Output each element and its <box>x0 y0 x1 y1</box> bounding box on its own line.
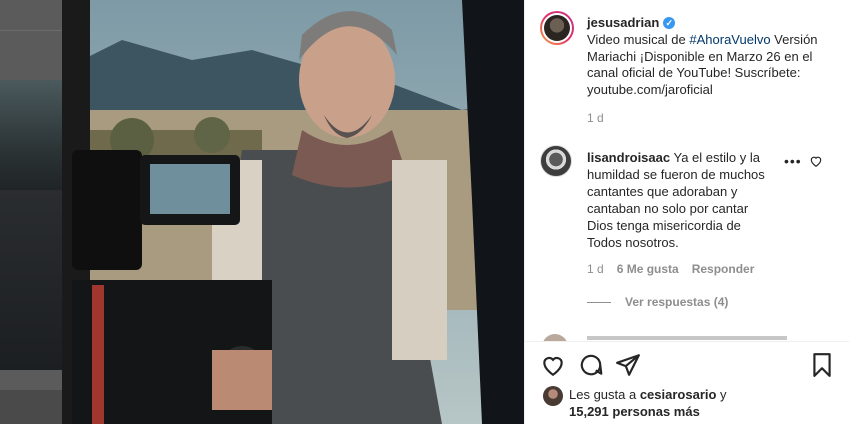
background-thumbnail <box>0 390 62 424</box>
likes-summary: Les gusta a cesiarosario y 15,291 person… <box>543 386 727 420</box>
heart-outline-icon[interactable] <box>809 154 823 168</box>
comment-icon[interactable] <box>578 352 604 378</box>
verified-badge-icon: ✓ <box>663 16 676 29</box>
comment-body: lisandroisaac Ya el estilo y la humildad… <box>587 149 772 251</box>
caption-text-start: Video musical de <box>587 32 690 47</box>
view-replies-label: Ver respuestas (4) <box>625 295 729 309</box>
hashtag-link[interactable]: #AhoraVuelvo <box>689 32 770 47</box>
post-header: jesusadrian ✓ Video musical de #AhoraVue… <box>525 0 849 125</box>
bookmark-icon[interactable] <box>809 352 835 378</box>
view-replies-button[interactable]: Ver respuestas (4) <box>587 295 728 309</box>
background-divider <box>0 30 62 31</box>
background-thumbnail <box>0 190 62 370</box>
heart-icon[interactable] <box>540 352 566 378</box>
more-options-icon[interactable]: ••• <box>784 153 802 169</box>
comment-timestamp[interactable]: 1 d <box>587 262 604 276</box>
background-thumbnail <box>0 80 62 195</box>
likes-text: Les gusta a cesiarosario y 15,291 person… <box>569 386 727 420</box>
post-details-panel: jesusadrian ✓ Video musical de #AhoraVue… <box>524 0 849 424</box>
likes-connector: y <box>716 387 727 402</box>
comment-text: Ya el estilo y la humildad se fueron de … <box>587 150 765 250</box>
owner-avatar[interactable] <box>540 11 574 45</box>
replies-divider <box>587 301 611 303</box>
comment-likes-count[interactable]: 6 Me gusta <box>617 262 679 276</box>
paper-plane-icon[interactable] <box>615 352 641 378</box>
post-actions: Les gusta a cesiarosario y 15,291 person… <box>525 341 849 424</box>
avatar-image <box>544 15 570 41</box>
next-comment-text-partial <box>587 336 787 340</box>
reply-button[interactable]: Responder <box>692 262 755 276</box>
avatar-ring <box>542 13 572 43</box>
likes-prefix: Les gusta a <box>569 387 640 402</box>
commenter-avatar[interactable] <box>540 145 572 177</box>
comment-meta: 1 d 6 Me gusta Responder <box>587 262 754 276</box>
post-modal: jesusadrian ✓ Video musical de #AhoraVue… <box>62 0 849 424</box>
liker-avatar[interactable] <box>543 386 563 406</box>
post-timestamp[interactable]: 1 d <box>587 111 604 125</box>
photo-illustration <box>62 0 524 424</box>
post-caption: Video musical de #AhoraVuelvo Versión Ma… <box>587 32 837 98</box>
commenter-username[interactable]: lisandroisaac <box>587 150 670 165</box>
liker-username[interactable]: cesiarosario <box>640 387 717 402</box>
owner-line: jesusadrian ✓ <box>587 15 676 30</box>
owner-username[interactable]: jesusadrian <box>587 15 659 30</box>
post-photo <box>62 0 524 424</box>
likes-count[interactable]: 15,291 personas más <box>569 404 700 419</box>
